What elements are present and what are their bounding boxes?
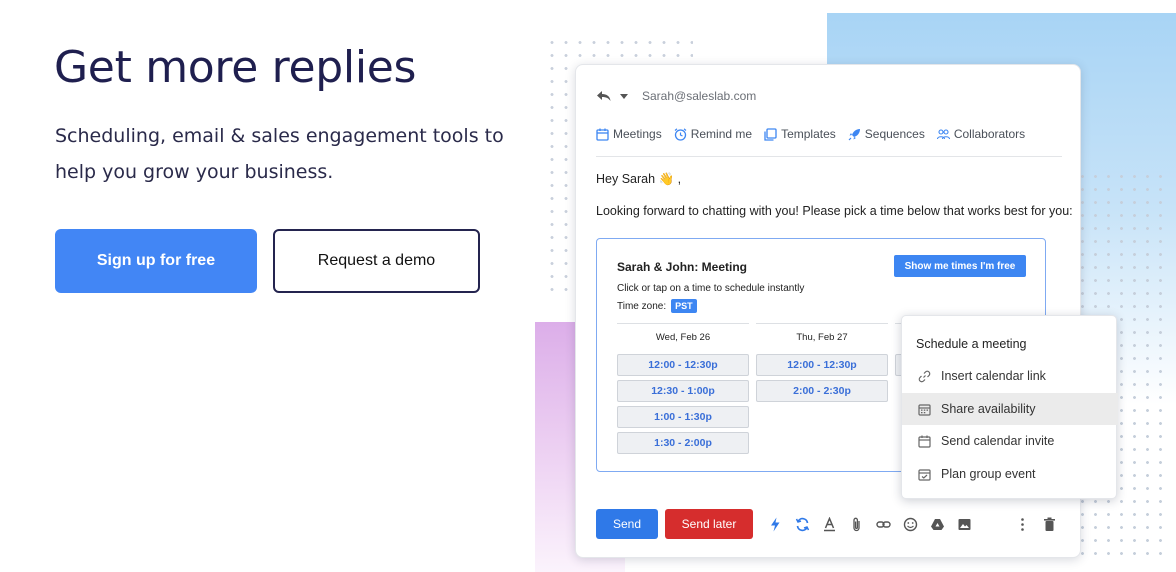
menu-item-label: Share availability xyxy=(941,402,1036,416)
drive-icon[interactable] xyxy=(929,516,945,532)
toolbar-collaborators-label: Collaborators xyxy=(953,127,1026,141)
trash-icon[interactable] xyxy=(1041,516,1057,532)
hero-subtitle-line2: help you grow your business. xyxy=(55,161,334,183)
people-icon xyxy=(936,129,950,140)
calendar-icon xyxy=(596,128,609,141)
schedule-meeting-menu: Schedule a meeting Insert calendar link … xyxy=(901,315,1118,499)
toolbar-remind-me[interactable]: Remind me xyxy=(674,127,752,156)
timezone-badge[interactable]: PST xyxy=(671,299,697,313)
recurring-icon[interactable] xyxy=(794,516,810,532)
toolbar-sequences[interactable]: Sequences xyxy=(848,127,925,156)
calendar-check-icon xyxy=(918,468,931,481)
time-slot[interactable]: 1:00 - 1:30p xyxy=(617,406,749,428)
toolbar-meetings[interactable]: Meetings xyxy=(596,127,662,156)
time-slot[interactable]: 12:30 - 1:00p xyxy=(617,380,749,402)
calendar-grid-icon xyxy=(918,403,931,416)
from-row: Sarah@saleslab.com xyxy=(596,89,756,103)
email-body: Looking forward to chatting with you! Pl… xyxy=(596,204,1073,218)
time-slot[interactable]: 2:00 - 2:30p xyxy=(756,380,888,402)
hero-subtitle: Scheduling, email & sales engagement too… xyxy=(55,118,525,190)
calendar-icon xyxy=(918,435,931,448)
reply-icon[interactable] xyxy=(596,89,612,103)
emoji-icon[interactable] xyxy=(902,516,918,532)
day-column-wed: Wed, Feb 26 12:00 - 12:30p 12:30 - 1:00p… xyxy=(617,323,749,454)
menu-item-insert-calendar-link[interactable]: Insert calendar link xyxy=(902,360,1118,392)
rocket-icon xyxy=(848,129,860,141)
sign-up-button[interactable]: Sign up for free xyxy=(55,229,257,293)
menu-item-send-calendar-invite[interactable]: Send calendar invite xyxy=(902,425,1118,457)
chevron-down-icon[interactable] xyxy=(620,93,628,99)
day-header: Wed, Feb 26 xyxy=(655,332,711,343)
menu-item-label: Send calendar invite xyxy=(941,434,1055,448)
attachment-icon[interactable] xyxy=(848,516,864,532)
request-demo-button[interactable]: Request a demo xyxy=(273,229,480,293)
toolbar-templates-label: Templates xyxy=(781,127,836,141)
hero-subtitle-line1: Scheduling, email & sales engagement too… xyxy=(55,125,504,147)
send-later-button[interactable]: Send later xyxy=(665,509,753,539)
toolbar-remind-me-label: Remind me xyxy=(690,127,753,141)
day-column-thu: Thu, Feb 27 12:00 - 12:30p 2:00 - 2:30p xyxy=(756,323,888,402)
email-toolbar: Meetings Remind me Templates Sequences C… xyxy=(596,127,1062,157)
toolbar-templates[interactable]: Templates xyxy=(764,127,836,156)
meeting-title: Sarah & John: Meeting xyxy=(617,260,748,274)
from-address: Sarah@saleslab.com xyxy=(642,89,757,103)
timezone-row: Time zone: PST xyxy=(617,299,697,313)
compose-bottom-bar: Send Send later xyxy=(596,509,1057,539)
show-free-times-button[interactable]: Show me times I'm free xyxy=(894,255,1026,277)
text-format-icon[interactable] xyxy=(821,516,837,532)
hero-title: Get more replies xyxy=(54,42,417,93)
meeting-hint: Click or tap on a time to schedule insta… xyxy=(617,283,805,294)
menu-item-label: Insert calendar link xyxy=(941,369,1046,383)
link-icon xyxy=(918,370,931,382)
time-slot[interactable]: 1:30 - 2:00p xyxy=(617,432,749,454)
send-button[interactable]: Send xyxy=(596,509,658,539)
alarm-clock-icon xyxy=(674,128,687,141)
link-icon[interactable] xyxy=(875,516,891,532)
menu-item-label: Plan group event xyxy=(941,467,1036,481)
templates-icon xyxy=(764,128,777,141)
timezone-label: Time zone: xyxy=(617,300,667,312)
toolbar-meetings-label: Meetings xyxy=(613,127,662,141)
menu-item-share-availability[interactable]: Share availability xyxy=(902,393,1118,425)
menu-item-plan-group-event[interactable]: Plan group event xyxy=(902,458,1118,490)
menu-title: Schedule a meeting xyxy=(916,337,1027,351)
toolbar-collaborators[interactable]: Collaborators xyxy=(936,127,1026,156)
email-greeting: Hey Sarah 👋 , xyxy=(596,172,682,186)
more-options-icon[interactable] xyxy=(1014,516,1030,532)
image-icon[interactable] xyxy=(956,516,972,532)
time-slot[interactable]: 12:00 - 12:30p xyxy=(756,354,888,376)
day-header: Thu, Feb 27 xyxy=(796,332,848,343)
time-slot[interactable]: 12:00 - 12:30p xyxy=(617,354,749,376)
toolbar-sequences-label: Sequences xyxy=(864,127,925,141)
lightning-icon[interactable] xyxy=(767,516,783,532)
